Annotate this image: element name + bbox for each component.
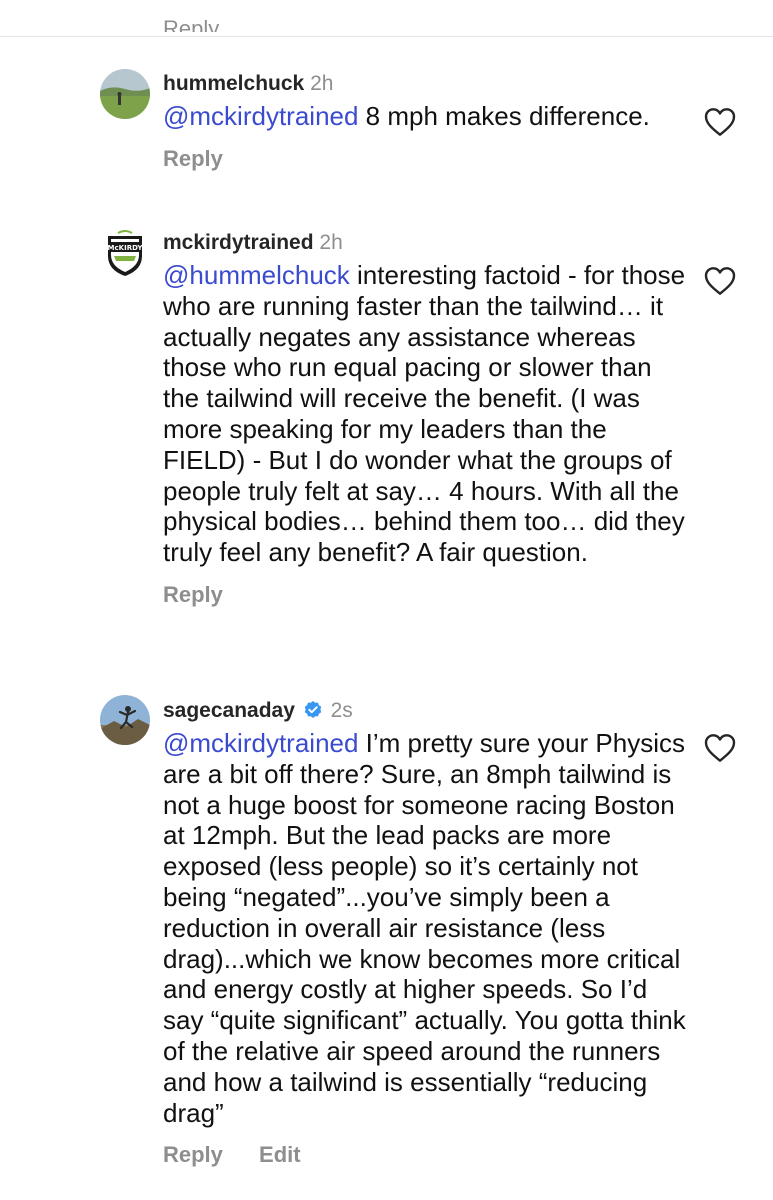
- verified-badge-icon: [304, 701, 321, 718]
- username-link[interactable]: hummelchuck: [163, 72, 304, 95]
- comment-text: @mckirdytrained 8 mph makes difference.: [163, 101, 693, 132]
- avatar[interactable]: McKIRDY: [100, 228, 150, 278]
- timestamp: 2h: [310, 72, 334, 95]
- heart-icon[interactable]: [704, 107, 736, 137]
- top-divider: [0, 36, 773, 37]
- previous-reply-button[interactable]: Reply: [163, 18, 219, 32]
- mckirdy-logo-icon: McKIRDY: [100, 228, 150, 278]
- comment-text: @hummelchuck interesting factoid - for t…: [163, 260, 693, 568]
- comment-body: interesting factoid - for those who are …: [163, 260, 686, 568]
- mention-link[interactable]: @mckirdytrained: [163, 101, 358, 131]
- mention-link[interactable]: @hummelchuck: [163, 260, 350, 290]
- mention-link[interactable]: @mckirdytrained: [163, 728, 358, 758]
- comment-meta: hummelchuck 2h: [163, 70, 693, 98]
- heart-icon[interactable]: [704, 733, 736, 763]
- comment-actions: Reply Edit: [163, 1142, 693, 1168]
- comment-body: I’m pretty sure your Physics are a bit o…: [163, 728, 686, 1128]
- reply-button[interactable]: Reply: [163, 1142, 223, 1167]
- comment-actions: Reply: [163, 582, 693, 608]
- comment-meta: sagecanaday 2s: [163, 697, 693, 725]
- avatar[interactable]: [100, 695, 150, 745]
- profile-photo-runner-icon: [100, 695, 150, 745]
- edit-button[interactable]: Edit: [259, 1142, 301, 1167]
- avatar[interactable]: [100, 69, 150, 119]
- timestamp: 2s: [330, 699, 353, 722]
- comment-meta: mckirdytrained 2h: [163, 229, 693, 257]
- username-link[interactable]: mckirdytrained: [163, 231, 314, 254]
- timestamp: 2h: [319, 231, 343, 254]
- username-link[interactable]: sagecanaday: [163, 699, 295, 722]
- comment-actions: Reply: [163, 146, 693, 172]
- heart-icon[interactable]: [704, 266, 736, 296]
- profile-photo-field-icon: [100, 69, 150, 119]
- mckirdy-logo-text: McKIRDY: [108, 244, 144, 252]
- comment-text: @mckirdytrained I’m pretty sure your Phy…: [163, 728, 693, 1128]
- reply-button[interactable]: Reply: [163, 146, 223, 171]
- reply-button[interactable]: Reply: [163, 582, 223, 607]
- comment-body: 8 mph makes difference.: [358, 101, 650, 131]
